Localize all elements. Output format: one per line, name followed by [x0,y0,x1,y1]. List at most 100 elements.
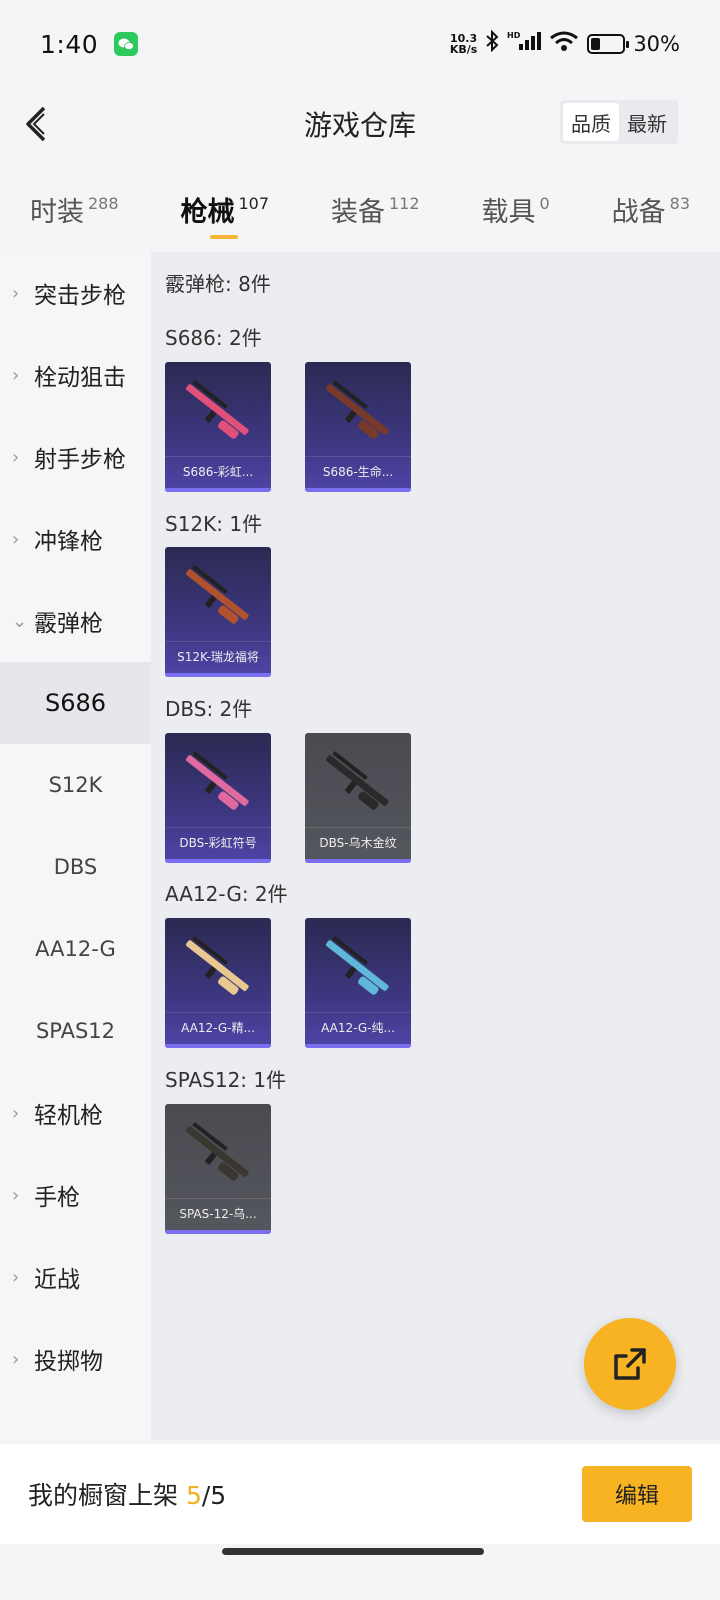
shotgun-icon [186,380,249,439]
rarity-strip [165,1230,271,1234]
shotgun-icon [186,936,249,995]
tab-vehicles[interactable]: 载具 0 [482,176,550,252]
sidebar-item-marksman-rifle[interactable]: › 射手步枪 [0,416,151,498]
chevron-right-icon: › [12,446,20,468]
battery-text: 30% [633,32,680,56]
chevron-right-icon: › [12,282,20,304]
sidebar-subitem-s686[interactable]: S686 [0,662,151,744]
chevron-right-icon: › [12,364,20,386]
wechat-notification-icon [114,32,139,56]
sidebar-item-pistol[interactable]: › 手枪 [0,1154,151,1236]
sidebar-item-label: 冲锋枪 [34,529,103,555]
chevron-left-icon [26,106,46,142]
sort-option-quality[interactable]: 品质 [563,103,619,141]
sidebar-item-melee[interactable]: › 近战 [0,1236,151,1318]
sidebar-item-assault-rifle[interactable]: › 突击步枪 [0,252,151,334]
rarity-strip [165,859,271,863]
sidebar-item-label: 近战 [34,1267,80,1293]
sidebar-item-label: 轻机枪 [34,1103,103,1129]
edit-button[interactable]: 编辑 [582,1466,692,1522]
item-card[interactable]: S12K-瑞龙福将 [165,547,271,677]
header: 游戏仓库 品质 最新 [0,88,720,160]
tab-label: 载具 [481,197,536,228]
item-card[interactable]: AA12-G-精... [165,918,271,1048]
showcase-used-count: 5 [185,1481,202,1510]
rarity-strip [165,488,271,492]
item-card[interactable]: SPAS-12-乌... [165,1104,271,1234]
item-name: SPAS-12-乌... [165,1198,271,1228]
tab-weapons[interactable]: 枪械 107 [181,176,270,252]
sidebar-item-shotgun[interactable]: ⌄ 霰弹枪 [0,580,151,662]
sidebar-item-label: 突击步枪 [34,283,126,309]
sidebar-item-lmg[interactable]: › 轻机枪 [0,1072,151,1154]
sidebar-item-bolt-sniper[interactable]: › 栓动狙击 [0,334,151,416]
tab-equipment[interactable]: 装备 112 [331,176,420,252]
sidebar-subitem-aa12g[interactable]: AA12-G [0,908,151,990]
sidebar-item-throwable[interactable]: › 投掷物 [0,1318,151,1400]
tab-label: 装备 [331,197,385,228]
rarity-strip [305,488,411,492]
page-title: 游戏仓库 [303,109,416,142]
tab-count: 83 [669,194,690,213]
chevron-right-icon: › [12,1184,20,1206]
sidebar-item-smg[interactable]: › 冲锋枪 [0,498,151,580]
chevron-right-icon: › [12,528,20,550]
showcase-status: 我的橱窗上架 5/5 [28,1476,226,1512]
item-card[interactable]: AA12-G-纯... [305,918,411,1048]
rarity-strip [165,673,271,677]
item-name: AA12-G-纯... [305,1012,411,1042]
battery-icon [587,34,630,54]
sidebar-item-label: 手枪 [34,1185,80,1211]
item-name: AA12-G-精... [165,1012,271,1042]
tab-count: 107 [238,194,270,213]
group-header: S686: 2件 [165,326,262,350]
home-indicator[interactable] [222,1548,484,1555]
sidebar-item-label: 栓动狙击 [34,365,126,391]
tab-battle-gear[interactable]: 战备 83 [612,176,690,252]
item-name: S686-彩虹... [165,456,271,486]
chevron-right-icon: › [12,1102,20,1124]
wifi-icon [549,30,579,58]
tab-label: 战备 [611,197,666,228]
showcase-label: 我的橱窗上架 [28,1481,179,1510]
bluetooth-icon [485,29,499,58]
tab-fashion[interactable]: 时装 288 [30,176,119,252]
sidebar-item-label: 投掷物 [34,1349,103,1375]
tab-count: 288 [88,194,119,213]
item-card[interactable]: S686-生命... [305,362,411,492]
external-link-icon [614,1348,646,1380]
rarity-strip [165,1044,271,1048]
shotgun-icon [186,751,249,810]
shotgun-icon [326,936,389,995]
item-card[interactable]: S686-彩虹... [165,362,271,492]
sidebar-subitem-dbs[interactable]: DBS [0,826,151,908]
item-card[interactable]: DBS-彩虹符号 [165,733,271,863]
sidebar-subitem-s12k[interactable]: S12K [0,744,151,826]
sidebar-subitem-spas12[interactable]: SPAS12 [0,990,151,1072]
status-bar: 1:40 10.3 KB/s HD 30% [0,0,720,88]
group-header: SPAS12: 1件 [165,1068,287,1092]
showcase-total-count: /5 [201,1481,227,1510]
shotgun-icon [186,565,249,624]
chevron-right-icon: › [12,1266,20,1288]
sidebar-item-label: 霰弹枪 [34,611,103,637]
sidebar-item-label: 射手步枪 [34,447,126,473]
rarity-strip [305,1044,411,1048]
category-tabs: 时装 288 枪械 107 装备 112 载具 0 战备 83 [0,176,720,252]
back-button[interactable] [16,104,56,144]
network-speed: 10.3 KB/s [450,33,477,55]
item-name: S12K-瑞龙福将 [165,641,271,671]
status-time: 1:40 [40,29,99,59]
group-header: S12K: 1件 [165,512,263,536]
item-card[interactable]: DBS-乌木金纹 [305,733,411,863]
share-button[interactable] [584,1318,676,1410]
bottom-bar: 我的橱窗上架 5/5 编辑 [0,1444,720,1544]
signal-icon: HD [507,30,542,58]
battery-fill [591,38,601,50]
sort-option-newest[interactable]: 最新 [619,103,675,141]
group-header: AA12-G: 2件 [165,882,288,906]
rarity-strip [305,859,411,863]
svg-text:HD: HD [507,31,521,40]
item-name: S686-生命... [305,456,411,486]
item-grid: 霰弹枪: 8件 S686: 2件 S686-彩虹... S686-生命... S… [151,252,720,1440]
